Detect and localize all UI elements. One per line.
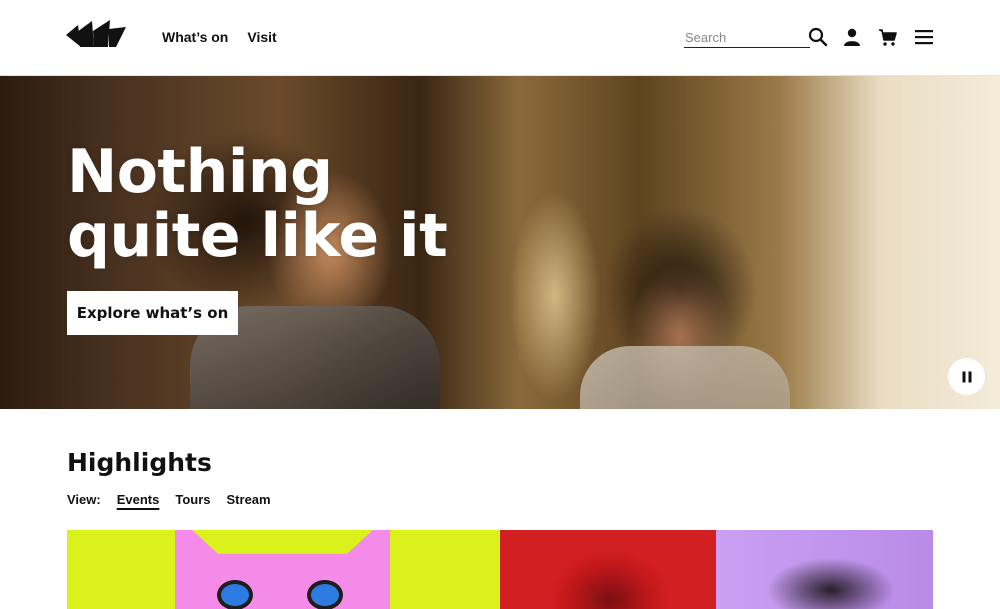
search-input[interactable] <box>684 28 810 47</box>
view-label: View: <box>67 492 101 507</box>
search-field <box>684 28 810 48</box>
explore-whats-on-button[interactable]: Explore what’s on <box>67 291 238 335</box>
hero-title-line-2: quite like it <box>67 201 448 271</box>
hero-banner: Nothing quite like it Explore what’s on <box>0 76 1000 409</box>
card-image-eye-right <box>307 580 343 609</box>
hero-image-background <box>580 346 790 409</box>
hero-title: Nothing quite like it <box>67 137 448 271</box>
highlights-cards <box>67 530 933 609</box>
menu-icon[interactable] <box>914 27 934 47</box>
pause-icon <box>962 371 971 382</box>
tab-events[interactable]: Events <box>117 492 160 507</box>
tab-stream[interactable]: Stream <box>227 492 271 507</box>
event-card-3[interactable] <box>716 530 933 609</box>
hero-title-line-1: Nothing <box>67 137 333 207</box>
sydney-opera-house-logo[interactable] <box>66 19 128 49</box>
event-card-2[interactable] <box>500 530 716 609</box>
cart-icon[interactable] <box>878 27 898 47</box>
site-header: What’s on Visit <box>0 0 1000 76</box>
tab-tours[interactable]: Tours <box>175 492 210 507</box>
nav-whats-on[interactable]: What’s on <box>162 29 228 45</box>
highlights-heading: Highlights <box>67 448 212 477</box>
pause-video-button[interactable] <box>948 358 985 395</box>
main-nav: What’s on Visit <box>162 29 277 45</box>
event-card-1[interactable] <box>67 530 500 609</box>
card-image-orchestra <box>746 545 916 609</box>
search-icon[interactable] <box>808 27 828 47</box>
card-image-cat <box>175 530 390 609</box>
card-image-eye-left <box>217 580 253 609</box>
nav-visit[interactable]: Visit <box>247 29 276 45</box>
account-icon[interactable] <box>842 27 862 47</box>
view-filter: View: Events Tours Stream <box>67 492 271 507</box>
